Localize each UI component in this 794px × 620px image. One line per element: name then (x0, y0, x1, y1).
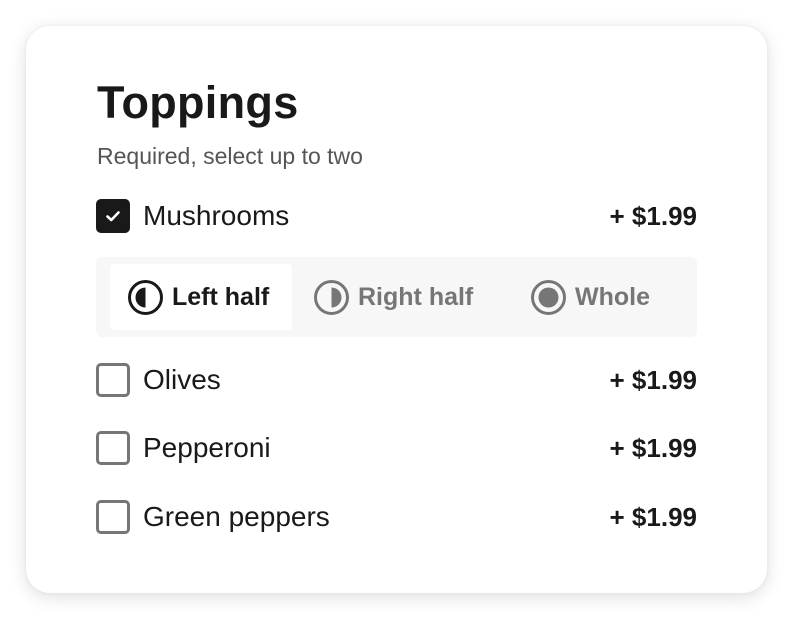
placement-option-left-half[interactable]: Left half (110, 264, 292, 330)
toppings-card: Toppings Required, select up to two Mush… (26, 26, 767, 593)
topping-option-green-peppers[interactable]: Green peppers + $1.99 (96, 499, 697, 535)
placement-segmented-control: Left half Right half Whole (96, 257, 697, 337)
option-label: Pepperoni (143, 432, 271, 463)
option-price: + $1.99 (609, 200, 697, 231)
placement-option-right-half[interactable]: Right half (313, 264, 473, 330)
whole-circle-icon (530, 279, 567, 316)
option-left: Olives (96, 363, 221, 397)
placement-label: Left half (172, 282, 270, 311)
section-subtitle: Required, select up to two (97, 143, 363, 169)
section-title: Toppings (97, 77, 299, 128)
placement-label: Whole (575, 282, 650, 311)
left-half-circle-icon (127, 279, 164, 316)
checkmark-icon (106, 211, 120, 222)
option-price: + $1.99 (609, 501, 697, 532)
option-left: Mushrooms (96, 199, 289, 233)
topping-option-olives[interactable]: Olives + $1.99 (96, 362, 697, 398)
topping-option-pepperoni[interactable]: Pepperoni + $1.99 (96, 430, 697, 466)
placement-option-whole[interactable]: Whole (530, 264, 650, 330)
option-left: Green peppers (96, 500, 330, 534)
checkbox-unchecked[interactable] (96, 431, 130, 465)
option-left: Pepperoni (96, 431, 271, 465)
right-half-circle-icon (313, 279, 350, 316)
placement-label: Right half (358, 282, 474, 311)
checkbox-unchecked[interactable] (96, 363, 130, 397)
option-label: Mushrooms (143, 200, 290, 231)
option-label: Green peppers (143, 501, 330, 532)
topping-option-mushrooms[interactable]: Mushrooms + $1.99 (96, 198, 697, 234)
checkbox-checked[interactable] (96, 199, 130, 233)
option-price: + $1.99 (609, 364, 697, 395)
option-label: Olives (143, 364, 221, 395)
option-price: + $1.99 (609, 432, 697, 463)
checkbox-unchecked[interactable] (96, 500, 130, 534)
